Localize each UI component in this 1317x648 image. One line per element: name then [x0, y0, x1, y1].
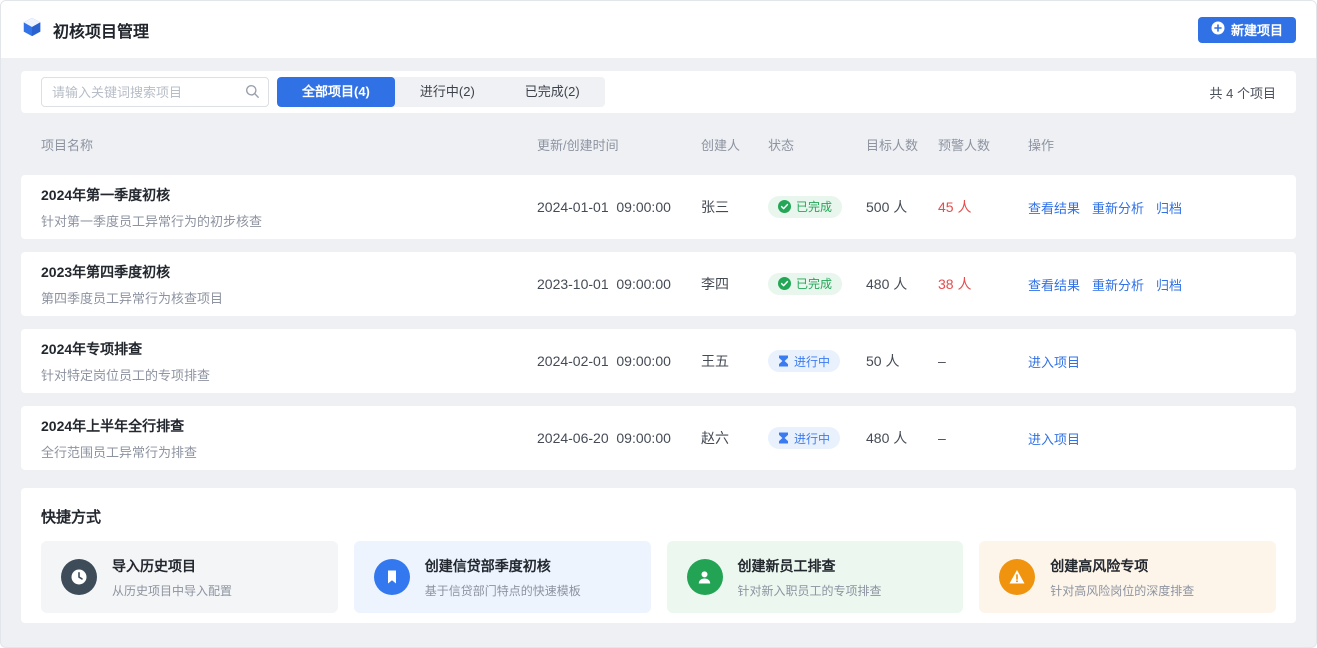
project-name: 2024年第一季度初核	[41, 185, 537, 205]
project-desc: 针对特定岗位员工的专项排查	[41, 365, 537, 384]
shortcut-desc: 针对新入职员工的专项排查	[738, 582, 882, 599]
shortcut-title: 创建高风险专项	[1050, 556, 1194, 576]
bookmark-icon	[374, 559, 410, 595]
plus-icon	[1211, 21, 1225, 38]
enter-project-link[interactable]: 进入项目	[1028, 352, 1080, 371]
shortcut-high-risk-special[interactable]: 创建高风险专项 针对高风险岗位的深度排查	[979, 541, 1276, 613]
search-box	[41, 77, 269, 107]
tab-in-progress[interactable]: 进行中(2)	[395, 77, 500, 107]
shortcuts-panel: 快捷方式 导入历史项目 从历史项目中导入配置	[21, 488, 1296, 623]
project-desc: 针对第一季度员工异常行为的初步核查	[41, 211, 537, 230]
table-header: 项目名称 更新/创建时间 创建人 状态 目标人数 预警人数 操作	[21, 113, 1296, 175]
shortcut-title: 创建新员工排查	[738, 556, 882, 576]
shortcut-new-employee-screening[interactable]: 创建新员工排查 针对新入职员工的专项排查	[667, 541, 964, 613]
tab-completed[interactable]: 已完成(2)	[500, 77, 605, 107]
filter-tabs: 全部项目(4) 进行中(2) 已完成(2)	[277, 77, 605, 107]
shortcut-title: 导入历史项目	[112, 556, 232, 576]
search-input[interactable]	[41, 77, 269, 107]
table-row: 2024年第一季度初核 针对第一季度员工异常行为的初步核查 2024-01-01…	[21, 175, 1296, 239]
col-status: 状态	[768, 135, 866, 154]
hourglass-icon	[778, 355, 789, 367]
col-target-count: 目标人数	[866, 135, 938, 154]
shortcut-desc: 从历史项目中导入配置	[112, 582, 232, 599]
main-content: 全部项目(4) 进行中(2) 已完成(2) 共 4 个项目 项目名称 更新/创建…	[1, 58, 1316, 623]
creator: 张三	[701, 197, 768, 217]
status-badge: 进行中	[768, 350, 840, 372]
reanalyze-link[interactable]: 重新分析	[1092, 275, 1144, 294]
project-desc: 第四季度员工异常行为核查项目	[41, 288, 537, 307]
shortcuts-title: 快捷方式	[41, 506, 1276, 527]
update-time: 2023-10-01 09:00:00	[537, 276, 701, 292]
warning-count: 45 人	[938, 197, 1028, 217]
check-circle-icon	[778, 200, 791, 213]
status-badge: 已完成	[768, 196, 842, 218]
col-update-time: 更新/创建时间	[537, 135, 701, 154]
col-actions: 操作	[1028, 135, 1296, 154]
shortcut-desc: 针对高风险岗位的深度排查	[1050, 582, 1194, 599]
col-project-name: 项目名称	[41, 135, 537, 154]
user-icon	[687, 559, 723, 595]
creator: 李四	[701, 274, 768, 294]
page-title: 初核项目管理	[53, 18, 149, 42]
target-count: 480 人	[866, 428, 938, 448]
tab-all-projects[interactable]: 全部项目(4)	[277, 77, 395, 107]
view-results-link[interactable]: 查看结果	[1028, 198, 1080, 217]
col-warning-count: 预警人数	[938, 135, 1028, 154]
status-badge: 进行中	[768, 427, 840, 449]
update-time: 2024-01-01 09:00:00	[537, 199, 701, 215]
toolbar: 全部项目(4) 进行中(2) 已完成(2) 共 4 个项目	[21, 71, 1296, 113]
project-name: 2024年上半年全行排查	[41, 416, 537, 436]
warning-icon	[999, 559, 1035, 595]
shortcut-desc: 基于信贷部门特点的快速模板	[425, 582, 581, 599]
clock-icon	[61, 559, 97, 595]
creator: 赵六	[701, 428, 768, 448]
total-project-count: 共 4 个项目	[1210, 83, 1276, 102]
view-results-link[interactable]: 查看结果	[1028, 275, 1080, 294]
warning-count: –	[938, 430, 1028, 446]
col-creator: 创建人	[701, 135, 768, 154]
check-circle-icon	[778, 277, 791, 290]
update-time: 2024-06-20 09:00:00	[537, 430, 701, 446]
archive-link[interactable]: 归档	[1156, 275, 1182, 294]
cube-icon	[21, 16, 43, 43]
shortcut-title: 创建信贷部季度初核	[425, 556, 581, 576]
table-row: 2024年专项排查 针对特定岗位员工的专项排查 2024-02-01 09:00…	[21, 329, 1296, 393]
status-badge: 已完成	[768, 273, 842, 295]
shortcut-credit-dept-template[interactable]: 创建信贷部季度初核 基于信贷部门特点的快速模板	[354, 541, 651, 613]
warning-count: –	[938, 353, 1028, 369]
archive-link[interactable]: 归档	[1156, 198, 1182, 217]
target-count: 480 人	[866, 274, 938, 294]
search-icon	[245, 84, 260, 99]
project-name: 2023年第四季度初核	[41, 262, 537, 282]
update-time: 2024-02-01 09:00:00	[537, 353, 701, 369]
project-management-page: 初核项目管理 新建项目 全部项目(4) 进	[0, 0, 1317, 648]
warning-count: 38 人	[938, 274, 1028, 294]
shortcut-import-history[interactable]: 导入历史项目 从历史项目中导入配置	[41, 541, 338, 613]
table-row: 2024年上半年全行排查 全行范围员工异常行为排查 2024-06-20 09:…	[21, 406, 1296, 470]
new-project-button[interactable]: 新建项目	[1198, 17, 1296, 43]
target-count: 500 人	[866, 197, 938, 217]
project-desc: 全行范围员工异常行为排查	[41, 442, 537, 461]
enter-project-link[interactable]: 进入项目	[1028, 429, 1080, 448]
creator: 王五	[701, 351, 768, 371]
reanalyze-link[interactable]: 重新分析	[1092, 198, 1144, 217]
hourglass-icon	[778, 432, 789, 444]
project-name: 2024年专项排查	[41, 339, 537, 359]
app-header: 初核项目管理 新建项目	[1, 1, 1316, 58]
table-row: 2023年第四季度初核 第四季度员工异常行为核查项目 2023-10-01 09…	[21, 252, 1296, 316]
target-count: 50 人	[866, 351, 938, 371]
